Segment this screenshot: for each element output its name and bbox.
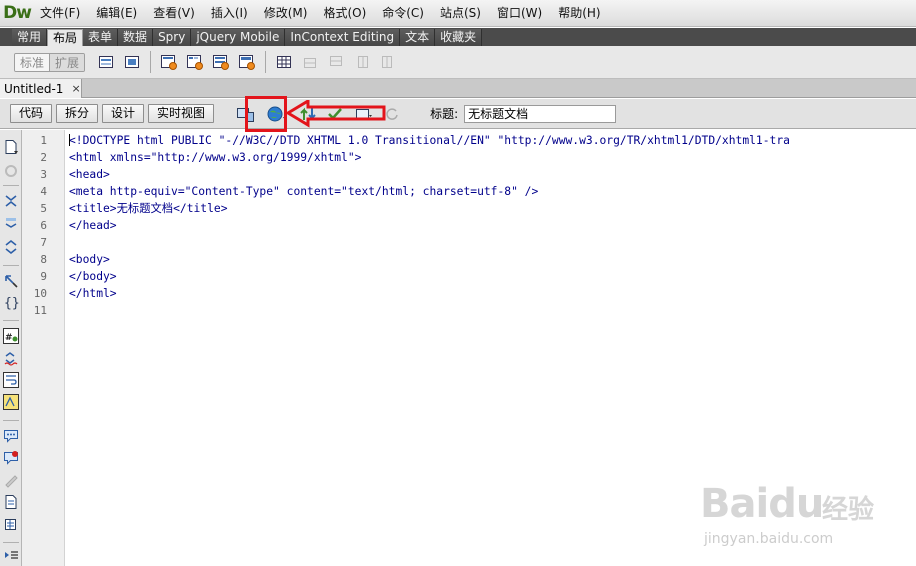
- line-number: 1: [40, 134, 47, 147]
- live-view-button[interactable]: 实时视图: [148, 104, 215, 123]
- table-icon[interactable]: [273, 51, 295, 73]
- tab-jquery-mobile[interactable]: jQuery Mobile: [191, 29, 286, 46]
- standard-mode-button[interactable]: 标准: [15, 53, 50, 71]
- tab-favorites[interactable]: 收藏夹: [435, 29, 483, 46]
- line-number: 3: [40, 168, 47, 181]
- watermark-url: jingyan.baidu.com: [704, 531, 834, 547]
- line-number: 10: [33, 287, 47, 300]
- close-icon[interactable]: ×: [71, 82, 80, 95]
- document-tab-bar: Untitled-1 ×: [0, 79, 916, 98]
- line-number: 6: [40, 219, 47, 232]
- recent-snippets-icon[interactable]: [3, 494, 19, 510]
- tab-text[interactable]: 文本: [400, 29, 436, 46]
- menu-format[interactable]: 格式(O): [315, 0, 374, 27]
- annotation-highlight-box: [245, 96, 287, 132]
- menu-view[interactable]: 查看(V): [145, 0, 203, 27]
- toolbar-separator: [3, 320, 19, 321]
- code-line[interactable]: </head>: [69, 217, 117, 234]
- spry-accordion-icon[interactable]: [210, 51, 232, 73]
- split-view-button[interactable]: 拆分: [56, 104, 99, 123]
- code-line[interactable]: </body>: [69, 268, 117, 285]
- line-number: 5: [40, 202, 47, 215]
- table-col-right-icon: [377, 51, 399, 73]
- tab-common[interactable]: 常用: [12, 29, 48, 46]
- remove-comment-icon[interactable]: [3, 450, 19, 466]
- insert-panel-toolbar: 标准 扩展: [0, 46, 916, 79]
- annotation-arrow-icon: [286, 100, 386, 128]
- indent-code-icon[interactable]: [3, 547, 19, 563]
- code-line[interactable]: <html xmlns="http://www.w3.org/1999/xhtm…: [69, 149, 361, 166]
- dreamweaver-logo: Dw: [3, 3, 32, 23]
- line-number: 11: [33, 304, 47, 317]
- line-number: 7: [40, 236, 47, 249]
- expanded-mode-button[interactable]: 扩展: [49, 53, 85, 71]
- apply-comment-icon[interactable]: [3, 428, 19, 444]
- code-view-button[interactable]: 代码: [10, 104, 53, 123]
- menu-commands[interactable]: 命令(C): [374, 0, 432, 27]
- insert-panel-tabs: 常用 布局 表单 数据 Spry jQuery Mobile InContext…: [0, 28, 916, 46]
- line-number: 2: [40, 151, 47, 164]
- menu-window[interactable]: 窗口(W): [489, 0, 550, 27]
- insert-div-icon[interactable]: [95, 51, 117, 73]
- insert-ap-div-icon[interactable]: [121, 51, 143, 73]
- line-number-gutter: 1 2 3 4 5 6 7 8 9 10 11: [22, 130, 65, 566]
- title-label: 标题:: [430, 107, 459, 121]
- design-view-button[interactable]: 设计: [102, 104, 145, 123]
- spry-menu-bar-icon[interactable]: [158, 51, 180, 73]
- tab-spry[interactable]: Spry: [153, 29, 192, 46]
- table-row-above-icon: [299, 51, 321, 73]
- menu-bar: Dw 文件(F) 编辑(E) 查看(V) 插入(I) 修改(M) 格式(O) 命…: [0, 0, 916, 27]
- word-wrap-icon[interactable]: [3, 372, 19, 388]
- code-line[interactable]: <body>: [69, 251, 110, 268]
- line-numbers-icon[interactable]: #: [3, 328, 19, 344]
- wrap-tag-icon: [3, 472, 19, 488]
- watermark-brand: Baidu: [700, 481, 824, 527]
- syntax-coloring-icon[interactable]: [3, 394, 19, 410]
- layout-mode-toggle: 标准 扩展: [14, 52, 86, 72]
- code-line[interactable]: </html>: [69, 285, 117, 302]
- toolbar-separator: [265, 51, 267, 73]
- tab-forms[interactable]: 表单: [83, 29, 119, 46]
- line-number: 4: [40, 185, 47, 198]
- code-line[interactable]: <title>无标题文档</title>: [69, 200, 228, 217]
- document-toolbar: 代码 拆分 设计 实时视图 标题: 无标题文档: [0, 99, 916, 129]
- code-line[interactable]: <head>: [69, 166, 110, 183]
- tab-data[interactable]: 数据: [118, 29, 154, 46]
- spry-tabbed-panels-icon[interactable]: [184, 51, 206, 73]
- svg-text:#: #: [5, 333, 13, 343]
- text-caret: [69, 134, 70, 146]
- menu-help[interactable]: 帮助(H): [550, 0, 608, 27]
- tab-incontext-editing[interactable]: InContext Editing: [285, 29, 401, 46]
- toolbar-separator: [3, 542, 19, 543]
- menu-insert[interactable]: 插入(I): [203, 0, 256, 27]
- menu-modify[interactable]: 修改(M): [256, 0, 316, 27]
- baidu-jingyan-watermark: Baidu 经验 jingyan.baidu.com: [700, 481, 900, 561]
- title-input[interactable]: 无标题文档: [464, 104, 617, 123]
- toolbar-separator: [3, 420, 19, 421]
- watermark-brand-cn: 经验: [822, 495, 875, 525]
- tab-layout[interactable]: 布局: [47, 29, 84, 46]
- move-css-icon[interactable]: [3, 516, 19, 532]
- code-line[interactable]: <meta http-equiv="Content-Type" content=…: [69, 183, 538, 200]
- menu-file[interactable]: 文件(F): [32, 0, 88, 27]
- menu-site[interactable]: 站点(S): [432, 0, 489, 27]
- line-number: 8: [40, 253, 47, 266]
- menu-edit[interactable]: 编辑(E): [88, 0, 145, 27]
- spry-collapsible-panel-icon[interactable]: [236, 51, 258, 73]
- code-line[interactable]: <!DOCTYPE html PUBLIC "-//W3C//DTD XHTML…: [69, 132, 790, 149]
- table-row-below-icon: [325, 51, 347, 73]
- document-tab[interactable]: Untitled-1 ×: [0, 79, 82, 98]
- document-tab-title: Untitled-1: [4, 81, 64, 96]
- highlight-invalid-code-icon[interactable]: [3, 350, 19, 366]
- line-number: 9: [40, 270, 47, 283]
- toolbar-separator: [150, 51, 152, 73]
- table-col-left-icon: [351, 51, 373, 73]
